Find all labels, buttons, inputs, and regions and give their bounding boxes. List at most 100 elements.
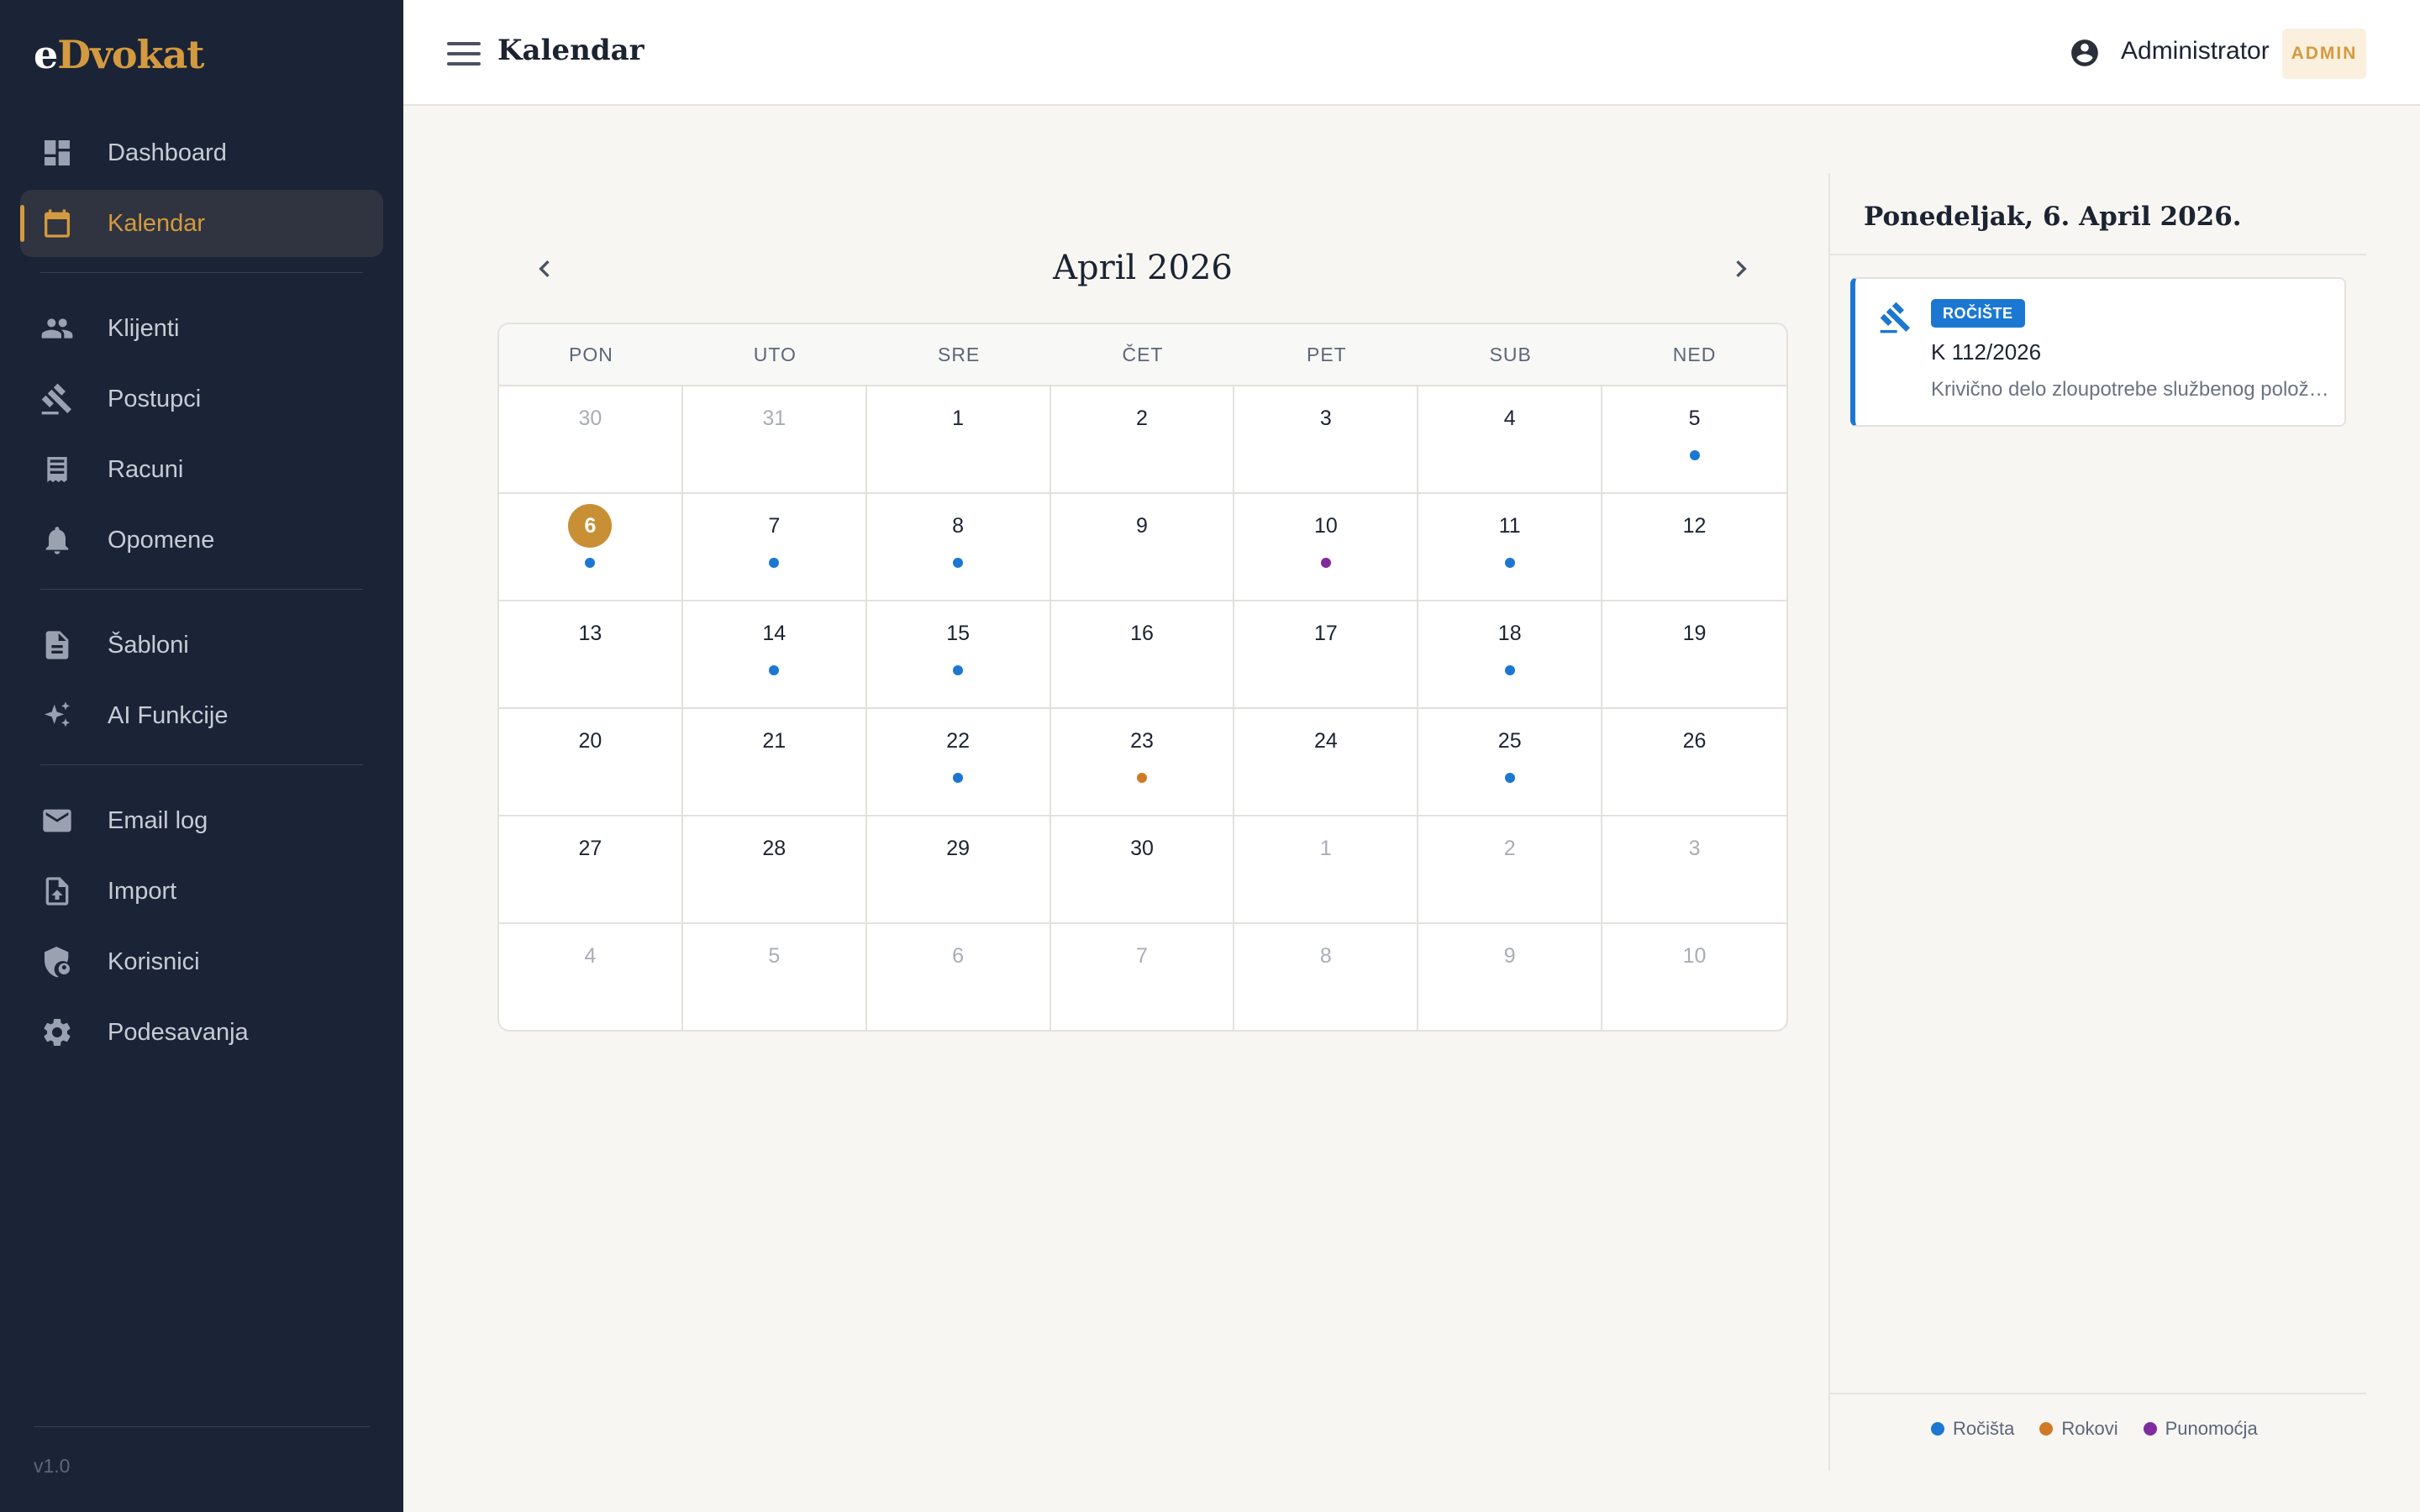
day-cell[interactable]: 26 xyxy=(1602,709,1786,816)
sidebar-item-label: Kalendar xyxy=(108,209,206,237)
day-cell[interactable]: 3 xyxy=(1602,816,1786,924)
sidebar-item-klijenti[interactable]: Klijenti xyxy=(20,295,383,362)
day-cell[interactable]: 25 xyxy=(1418,709,1603,816)
account-circle-icon[interactable] xyxy=(2069,37,2101,69)
day-cell[interactable]: 4 xyxy=(499,924,683,1030)
top-header: Kalendar Administrator ADMIN xyxy=(403,0,2420,106)
sidebar-item-label: Opomene xyxy=(108,526,215,554)
day-cell[interactable]: 18 xyxy=(1418,601,1603,709)
day-cell[interactable]: 1 xyxy=(866,386,1051,494)
day-cell[interactable]: 1 xyxy=(1234,816,1419,924)
sidebar-item-ai-funkcije[interactable]: AI Funkcije xyxy=(20,682,383,749)
weekday-label: UTO xyxy=(753,343,797,365)
weekday-header: PON UTO SRE ČET PET SUB NED xyxy=(499,324,1786,386)
legend-item: Rokovi xyxy=(2039,1418,2118,1440)
day-cell[interactable]: 17 xyxy=(1234,601,1419,709)
day-cell[interactable]: 30 xyxy=(499,386,683,494)
weekday-label: PET xyxy=(1306,343,1347,365)
day-number: 4 xyxy=(1503,407,1516,430)
sidebar-item-label: Racuni xyxy=(108,455,184,483)
app-logo[interactable]: eDvokat xyxy=(34,32,205,77)
day-cell-today[interactable]: 6 xyxy=(499,494,683,601)
event-dot xyxy=(1504,665,1515,675)
sidebar-nav: Dashboard Kalendar Klijenti Postupci Rac… xyxy=(20,119,383,1069)
day-number: 4 xyxy=(584,944,597,968)
user-name[interactable]: Administrator xyxy=(2121,37,2270,66)
day-cell[interactable]: 15 xyxy=(866,601,1051,709)
day-cell[interactable]: 10 xyxy=(1602,924,1786,1030)
day-number: 20 xyxy=(578,729,602,753)
day-cell[interactable]: 27 xyxy=(499,816,683,924)
sidebar-item-podesavanja[interactable]: Podesavanja xyxy=(20,999,383,1066)
day-cell[interactable]: 10 xyxy=(1234,494,1419,601)
sidebar-footer-divider xyxy=(34,1426,370,1427)
day-cell[interactable]: 13 xyxy=(499,601,683,709)
menu-toggle-button[interactable] xyxy=(447,37,481,71)
day-cell[interactable]: 4 xyxy=(1418,386,1603,494)
day-cell[interactable]: 23 xyxy=(1050,709,1235,816)
sidebar-item-label: Dashboard xyxy=(108,139,227,166)
day-cell[interactable]: 21 xyxy=(682,709,867,816)
day-cell[interactable]: 8 xyxy=(1234,924,1419,1030)
day-number: 17 xyxy=(1313,622,1338,645)
hamburger-icon xyxy=(447,42,481,45)
day-cell[interactable]: 24 xyxy=(1234,709,1419,816)
sidebar: eDvokat Dashboard Kalendar Klijenti Post… xyxy=(0,0,403,1512)
sidebar-item-postupci[interactable]: Postupci xyxy=(20,365,383,433)
day-cell[interactable]: 7 xyxy=(682,494,867,601)
document-icon xyxy=(40,628,74,662)
previous-month-button[interactable] xyxy=(526,250,563,287)
day-cell[interactable]: 8 xyxy=(866,494,1051,601)
day-cell[interactable]: 7 xyxy=(1051,924,1235,1030)
day-number: 5 xyxy=(1688,407,1701,430)
legend-dot xyxy=(1931,1422,1944,1436)
day-number: 3 xyxy=(1319,407,1332,430)
day-number: 7 xyxy=(1136,944,1148,968)
day-cell[interactable]: 19 xyxy=(1602,601,1786,709)
sidebar-item-racuni[interactable]: Racuni xyxy=(20,436,383,503)
bell-icon xyxy=(40,523,74,557)
next-month-button[interactable] xyxy=(1723,250,1760,287)
day-cell[interactable]: 22 xyxy=(866,709,1051,816)
sidebar-item-import[interactable]: Import xyxy=(20,858,383,925)
day-number: 31 xyxy=(762,407,786,430)
month-title: April 2026 xyxy=(1053,249,1233,287)
selected-date-title: Ponedeljak, 6. April 2026. xyxy=(1864,202,2242,232)
event-type-badge: ROČIŠTE xyxy=(1931,299,2025,328)
event-card[interactable]: ROČIŠTE K 112/2026 Krivično delo zloupot… xyxy=(1850,277,2346,427)
day-number: 10 xyxy=(1682,944,1707,968)
legend-divider xyxy=(1830,1393,2366,1394)
day-cell[interactable]: 5 xyxy=(683,924,867,1030)
day-cell[interactable]: 6 xyxy=(867,924,1051,1030)
day-cell[interactable]: 31 xyxy=(682,386,867,494)
legend-item: Ročišta xyxy=(1931,1418,2014,1440)
day-cell[interactable]: 11 xyxy=(1418,494,1603,601)
sidebar-item-email-log[interactable]: Email log xyxy=(20,787,383,854)
day-cell[interactable]: 5 xyxy=(1602,386,1786,494)
day-cell[interactable]: 30 xyxy=(1050,816,1235,924)
sidebar-item-dashboard[interactable]: Dashboard xyxy=(20,119,383,186)
day-number: 15 xyxy=(946,622,971,645)
day-cell[interactable]: 28 xyxy=(682,816,867,924)
sidebar-item-kalendar[interactable]: Kalendar xyxy=(20,190,383,257)
day-cell[interactable]: 16 xyxy=(1050,601,1235,709)
sidebar-item-label: Postupci xyxy=(108,385,202,412)
day-cell[interactable]: 29 xyxy=(866,816,1051,924)
day-cell[interactable]: 2 xyxy=(1418,816,1603,924)
day-number: 13 xyxy=(578,622,602,645)
sidebar-item-korisnici[interactable]: Korisnici xyxy=(20,928,383,995)
page-title: Kalendar xyxy=(497,34,644,67)
day-number: 1 xyxy=(952,407,965,430)
day-number: 6 xyxy=(952,944,965,968)
day-number: 30 xyxy=(1130,837,1154,860)
day-cell[interactable]: 14 xyxy=(682,601,867,709)
day-cell[interactable]: 20 xyxy=(499,709,683,816)
sidebar-item-sabloni[interactable]: Šabloni xyxy=(20,612,383,679)
sidebar-item-opomene[interactable]: Opomene xyxy=(20,507,383,574)
day-cell[interactable]: 12 xyxy=(1602,494,1786,601)
day-cell[interactable]: 3 xyxy=(1234,386,1419,494)
day-cell[interactable]: 9 xyxy=(1418,924,1603,1030)
day-cell[interactable]: 9 xyxy=(1050,494,1235,601)
chevron-left-icon xyxy=(539,260,550,277)
day-cell[interactable]: 2 xyxy=(1050,386,1235,494)
